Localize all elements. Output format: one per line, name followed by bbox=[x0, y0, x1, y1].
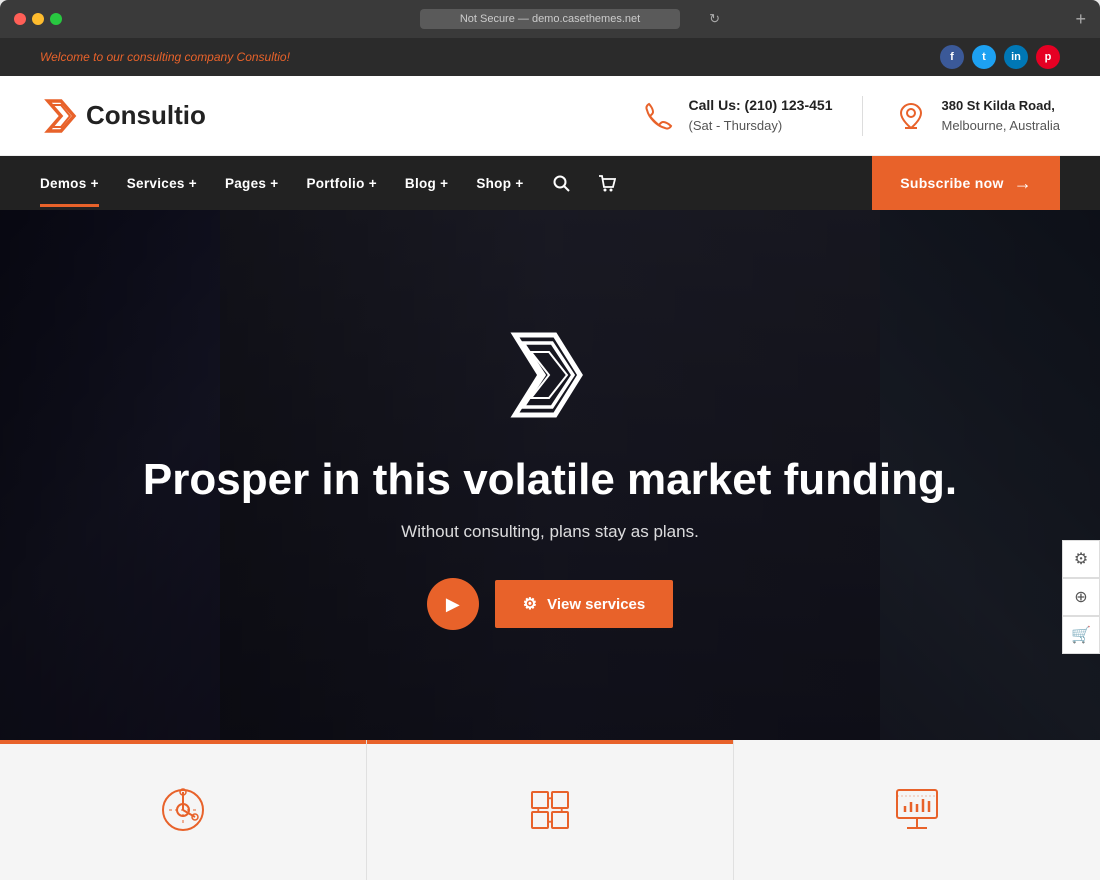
card-3 bbox=[734, 740, 1100, 880]
phone-contact: Call Us: (210) 123-451 (Sat - Thursday) bbox=[641, 95, 833, 136]
location-contact: 380 St Kilda Road, Melbourne, Australia bbox=[893, 96, 1060, 135]
view-services-label: View services bbox=[547, 596, 645, 613]
browser-dots bbox=[14, 13, 62, 25]
hero-title: Prosper in this volatile market funding. bbox=[143, 454, 957, 507]
nav-item-portfolio[interactable]: Portfolio + bbox=[306, 160, 376, 207]
globe-sidebar-btn[interactable]: ⊕ bbox=[1062, 578, 1100, 616]
nav-item-demos[interactable]: Demos + bbox=[40, 160, 99, 207]
nav-search-icon[interactable] bbox=[552, 174, 570, 192]
play-button[interactable]: ▶ bbox=[427, 578, 479, 630]
view-services-button[interactable]: ⚙ View services bbox=[495, 580, 673, 628]
bottom-cards bbox=[0, 740, 1100, 880]
browser-url[interactable]: Not Secure — demo.casethemes.net bbox=[420, 9, 680, 29]
phone-info: Call Us: (210) 123-451 (Sat - Thursday) bbox=[689, 95, 833, 136]
website: Welcome to our consulting company Consul… bbox=[0, 38, 1100, 894]
logo-text: Consultio bbox=[86, 100, 206, 131]
right-sidebar: ⚙ ⊕ 🛒 bbox=[1062, 540, 1100, 654]
header-divider bbox=[862, 96, 863, 136]
location-info: 380 St Kilda Road, Melbourne, Australia bbox=[941, 96, 1060, 135]
top-bar: Welcome to our consulting company Consul… bbox=[0, 38, 1100, 76]
header-right: Call Us: (210) 123-451 (Sat - Thursday) … bbox=[641, 95, 1060, 136]
address-line2: Melbourne, Australia bbox=[941, 118, 1060, 133]
presentation-icon bbox=[889, 782, 945, 838]
new-tab-button[interactable]: + bbox=[1075, 9, 1086, 30]
analytics-icon bbox=[155, 782, 211, 838]
card-1 bbox=[0, 740, 367, 880]
social-icons: f t in p bbox=[940, 45, 1060, 69]
card-3-bar bbox=[734, 740, 1100, 744]
pinterest-icon[interactable]: p bbox=[1036, 45, 1060, 69]
dot-yellow[interactable] bbox=[32, 13, 44, 25]
hero-section: Prosper in this volatile market funding.… bbox=[0, 210, 1100, 740]
refresh-icon[interactable]: ↻ bbox=[709, 11, 720, 27]
nav-item-services[interactable]: Services + bbox=[127, 160, 197, 207]
top-bar-welcome: Welcome to our consulting company Consul… bbox=[40, 50, 290, 64]
welcome-text: Welcome to our consulting company bbox=[40, 50, 237, 64]
cart-sidebar-btn[interactable]: 🛒 bbox=[1062, 616, 1100, 654]
dot-red[interactable] bbox=[14, 13, 26, 25]
linkedin-icon[interactable]: in bbox=[1004, 45, 1028, 69]
nav-item-blog[interactable]: Blog + bbox=[405, 160, 448, 207]
phone-icon bbox=[641, 98, 677, 134]
gear-icon: ⚙ bbox=[523, 594, 537, 614]
card-2 bbox=[367, 740, 734, 880]
call-hours: (Sat - Thursday) bbox=[689, 118, 783, 133]
hero-content: Prosper in this volatile market funding.… bbox=[0, 210, 1100, 740]
main-nav: Demos + Services + Pages + Portfolio + B… bbox=[0, 156, 1100, 210]
cart-icon[interactable] bbox=[598, 174, 616, 192]
brand-name: Consultio! bbox=[237, 50, 290, 64]
hero-buttons: ▶ ⚙ View services bbox=[427, 578, 673, 630]
call-label: Call Us: (210) 123-451 bbox=[689, 97, 833, 113]
location-icon bbox=[893, 98, 929, 134]
facebook-icon[interactable]: f bbox=[940, 45, 964, 69]
address-line1: 380 St Kilda Road, bbox=[941, 98, 1054, 113]
subscribe-button[interactable]: Subscribe now bbox=[872, 156, 1060, 210]
card-2-bar bbox=[367, 740, 733, 744]
nav-item-shop[interactable]: Shop + bbox=[476, 160, 523, 207]
nav-item-pages[interactable]: Pages + bbox=[225, 160, 279, 207]
puzzle-icon bbox=[522, 782, 578, 838]
nav-items: Demos + Services + Pages + Portfolio + B… bbox=[40, 160, 616, 207]
card-1-bar bbox=[0, 740, 366, 744]
browser-chrome: Not Secure — demo.casethemes.net ↻ + bbox=[0, 0, 1100, 38]
logo[interactable]: Consultio bbox=[40, 95, 206, 137]
logo-icon bbox=[40, 95, 82, 137]
site-header: Consultio Call Us: (210) 123-451 (Sat - … bbox=[0, 76, 1100, 156]
hero-logo-icon bbox=[495, 320, 605, 430]
hero-subtitle: Without consulting, plans stay as plans. bbox=[401, 522, 699, 542]
settings-sidebar-btn[interactable]: ⚙ bbox=[1062, 540, 1100, 578]
twitter-icon[interactable]: t bbox=[972, 45, 996, 69]
dot-green[interactable] bbox=[50, 13, 62, 25]
